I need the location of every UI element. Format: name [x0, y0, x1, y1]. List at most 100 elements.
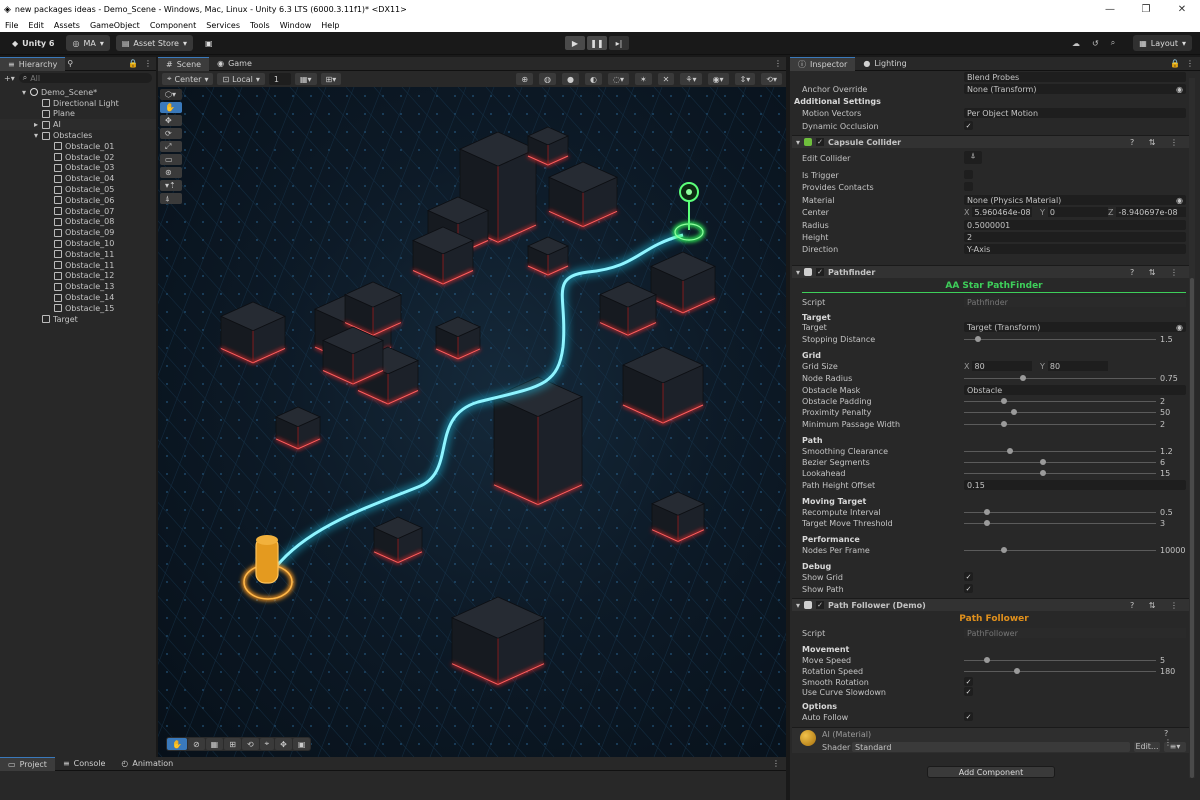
use-curve-slowdown-checkbox[interactable]: ✓ — [964, 687, 973, 696]
foldout-arrow-icon[interactable]: ▾ — [796, 601, 800, 610]
menu-item-component[interactable]: Component — [145, 21, 201, 30]
scale-tool-icon[interactable]: ⤢ — [160, 141, 182, 152]
menu-item-help[interactable]: Help — [316, 21, 344, 30]
snap-increment-field[interactable]: 1 — [268, 73, 291, 85]
proximity-penalty-value[interactable]: 50 — [1160, 408, 1170, 417]
additional-settings-foldout[interactable]: Additional Settings — [794, 97, 881, 106]
hierarchy-item[interactable]: ▾ Obstacles — [0, 130, 156, 141]
hierarchy-scene-row[interactable]: ▾ Demo_Scene* — [0, 87, 156, 98]
recompute-interval-value[interactable]: 0.5 — [1160, 508, 1173, 517]
target-move-threshold-slider-knob[interactable] — [984, 520, 991, 526]
collider-edit-icon[interactable]: ⍋ — [160, 193, 182, 204]
nodes-per-frame-value[interactable]: 10000 — [1160, 546, 1185, 555]
increment-snap-button[interactable]: ⊞▾ — [320, 73, 342, 85]
node-radius-slider-knob[interactable] — [1019, 375, 1026, 381]
hierarchy-item[interactable]: Obstacle_14 — [0, 292, 156, 303]
wireframe-icon[interactable]: ◐ — [584, 73, 602, 85]
provides-contacts-checkbox[interactable] — [964, 182, 973, 191]
show-grid-checkbox[interactable]: ✓ — [964, 572, 973, 581]
2d-toggle-icon[interactable]: ◌▾ — [607, 73, 629, 85]
grid-size-x-field[interactable]: X 80 — [964, 361, 1032, 371]
move-icon[interactable]: ✥ — [275, 738, 292, 750]
smoothing-clearance-slider[interactable] — [964, 448, 1156, 454]
hierarchy-item[interactable]: Obstacle_05 — [0, 184, 156, 195]
hierarchy-item[interactable]: Obstacle_11 — [0, 249, 156, 260]
grid-snap-button[interactable]: ▦▾ — [294, 73, 317, 85]
foldout-arrow-icon[interactable]: ▾ — [796, 138, 800, 147]
rotation-speed-slider-knob[interactable] — [1014, 668, 1021, 674]
hierarchy-item[interactable]: Obstacle_08 — [0, 217, 156, 228]
tab-game[interactable]: ◉ Game — [209, 57, 260, 71]
asset-store-button[interactable]: ▤ Asset Store ▾ — [115, 35, 193, 51]
stopping-distance-value[interactable]: 1.5 — [1160, 335, 1173, 344]
object-picker-icon[interactable]: ◉ — [1176, 196, 1183, 205]
hand-tool-icon[interactable]: ✋ — [160, 102, 182, 113]
stopping-distance-slider-knob[interactable] — [975, 336, 982, 342]
frame-icon[interactable]: ▣ — [292, 738, 311, 750]
hierarchy-item[interactable]: Obstacle_06 — [0, 195, 156, 206]
component-menu-icons[interactable]: ? ⇅ ⋮ — [1130, 268, 1184, 277]
hierarchy-item[interactable]: Obstacle_10 — [0, 238, 156, 249]
menu-item-tools[interactable]: Tools — [245, 21, 275, 30]
effects-icon[interactable]: ⚘▾ — [680, 73, 702, 85]
bezier-segments-value[interactable]: 6 — [1160, 458, 1165, 467]
obstacle-padding-value[interactable]: 2 — [1160, 397, 1165, 406]
capsule-collider-header[interactable]: ▾ ✓ Capsule Collider ? ⇅ ⋮ — [792, 135, 1190, 148]
enable-checkbox[interactable]: ✓ — [816, 601, 825, 609]
more-icon[interactable]: ⋮ — [144, 59, 152, 68]
shading-icon[interactable]: ● — [562, 73, 579, 85]
menu-item-file[interactable]: File — [0, 21, 23, 30]
rotation-speed-value[interactable]: 180 — [1160, 667, 1175, 676]
account-button[interactable]: ◎ MA ▾ — [66, 35, 110, 51]
hierarchy-item[interactable]: Directional Light — [0, 98, 156, 109]
obstacle-padding-slider[interactable] — [964, 398, 1156, 404]
pivot-icon[interactable]: ⌖ — [259, 738, 275, 750]
grid-icon[interactable]: ▦ — [205, 738, 224, 750]
hierarchy-item[interactable]: Obstacle_01 — [0, 141, 156, 152]
play-button[interactable]: ▶ — [565, 36, 585, 50]
obstacle-padding-slider-knob[interactable] — [1001, 398, 1008, 404]
step-button[interactable]: ▸| — [609, 36, 629, 50]
move-speed-slider-knob[interactable] — [984, 657, 991, 663]
snap-icon[interactable]: ⊞ — [224, 738, 241, 750]
hierarchy-item[interactable]: Obstacle_02 — [0, 152, 156, 163]
rect-tool-icon[interactable]: ▭ — [160, 154, 182, 165]
audio-toggle-icon[interactable]: ✕ — [657, 73, 675, 85]
bezier-segments-slider[interactable] — [964, 459, 1156, 465]
history-icon[interactable]: ↺ — [1092, 39, 1099, 48]
shader-dropdown[interactable]: Standard — [852, 742, 1130, 752]
blend-probes-dropdown[interactable]: Blend Probes — [964, 72, 1186, 82]
show-path-checkbox[interactable]: ✓ — [964, 584, 973, 593]
foldout-arrow-icon[interactable]: ▸ — [34, 120, 42, 129]
path-height-offset-field[interactable]: 0.15 — [964, 480, 1186, 490]
hierarchy-item[interactable]: Obstacle_07 — [0, 206, 156, 217]
target-move-threshold-value[interactable]: 3 — [1160, 519, 1165, 528]
object-picker-icon[interactable]: ◉ — [1176, 85, 1183, 94]
hierarchy-search-input[interactable]: ⌕ All — [18, 73, 152, 83]
rotate-tool-icon[interactable]: ⟳ — [160, 128, 182, 139]
material-menu-icons[interactable]: ? ⋮ — [1164, 729, 1190, 747]
lookahead-slider-knob[interactable] — [1040, 470, 1047, 476]
lighting-toggle-icon[interactable]: ✶ — [634, 73, 652, 85]
physics-material-field[interactable]: None (Physics Material) ◉ — [964, 195, 1186, 205]
pause-button[interactable]: ❚❚ — [587, 36, 607, 50]
layout-dropdown[interactable]: ▦ Layout ▾ — [1133, 35, 1192, 51]
component-menu-icons[interactable]: ? ⇅ ⋮ — [1130, 601, 1184, 610]
hierarchy-item[interactable]: Obstacle_15 — [0, 303, 156, 314]
transform-tool-icon[interactable]: ⊛ — [160, 167, 182, 178]
menu-item-window[interactable]: Window — [275, 21, 317, 30]
tab-animation[interactable]: ◴ Animation — [113, 757, 181, 771]
menu-item-assets[interactable]: Assets — [49, 21, 85, 30]
object-picker-icon[interactable]: ◉ — [1176, 323, 1183, 332]
anchor-override-field[interactable]: None (Transform) ◉ — [964, 84, 1186, 94]
view-tool-icon[interactable]: ⬡▾ — [160, 89, 182, 100]
minimum-passage-width-slider-knob[interactable] — [1001, 421, 1008, 427]
add-icon[interactable]: +▾ — [4, 74, 15, 83]
pivot-space-dropdown[interactable]: ⊡ Local ▾ — [217, 73, 265, 85]
nodes-per-frame-slider[interactable] — [964, 547, 1156, 553]
tab-hierarchy[interactable]: ≡ Hierarchy — [0, 56, 66, 71]
proximity-penalty-slider-knob[interactable] — [1010, 409, 1017, 415]
custom-tool-icon[interactable]: ▾⇡ — [160, 180, 182, 191]
menu-item-services[interactable]: Services — [201, 21, 245, 30]
lookahead-value[interactable]: 15 — [1160, 469, 1170, 478]
